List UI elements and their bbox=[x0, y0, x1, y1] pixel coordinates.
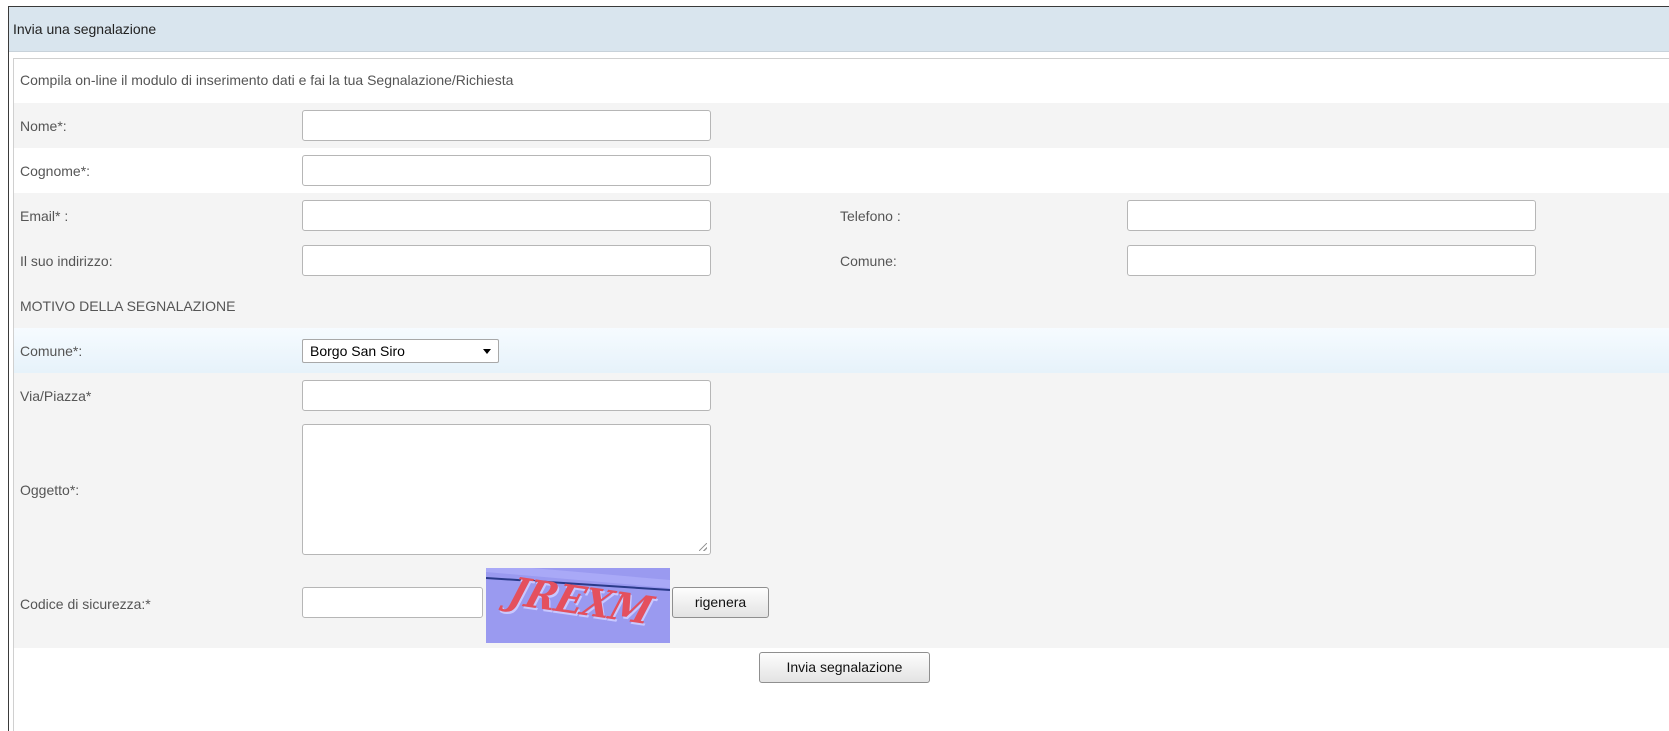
telefono-label: Telefono : bbox=[840, 208, 901, 224]
comune-residenza-label: Comune: bbox=[840, 253, 897, 269]
form-panel: Compila on-line il modulo di inserimento… bbox=[13, 58, 1669, 731]
captcha-label: Codice di sicurezza:* bbox=[20, 596, 151, 612]
oggetto-label: Oggetto*: bbox=[20, 482, 80, 498]
email-input[interactable] bbox=[302, 200, 711, 231]
form-intro: Compila on-line il modulo di inserimento… bbox=[20, 72, 514, 88]
indirizzo-label: Il suo indirizzo: bbox=[20, 253, 113, 269]
captcha-image: JREXM bbox=[486, 568, 670, 643]
form-row-nome: Nome*: bbox=[14, 103, 1669, 148]
email-label: Email* : bbox=[20, 208, 69, 224]
comune-select-value: Borgo San Siro bbox=[310, 343, 405, 359]
oggetto-textarea[interactable] bbox=[302, 424, 711, 555]
intro-row: Compila on-line il modulo di inserimento… bbox=[14, 59, 1669, 103]
cognome-input[interactable] bbox=[302, 155, 711, 186]
section-title: MOTIVO DELLA SEGNALAZIONE bbox=[20, 298, 236, 314]
section-row: MOTIVO DELLA SEGNALAZIONE bbox=[14, 283, 1669, 328]
comune-residenza-input[interactable] bbox=[1127, 245, 1536, 276]
form-row-email: Email* : Telefono : bbox=[14, 193, 1669, 238]
page-title: Invia una segnalazione bbox=[9, 7, 1669, 52]
comune-select-label: Comune*: bbox=[20, 343, 83, 359]
nome-input[interactable] bbox=[302, 110, 711, 141]
form-row-cognome: Cognome*: bbox=[14, 148, 1669, 193]
submit-row: Invia segnalazione bbox=[14, 648, 1669, 731]
comune-select[interactable]: Borgo San Siro bbox=[302, 339, 499, 363]
nome-label: Nome*: bbox=[20, 118, 67, 134]
form-row-captcha: Codice di sicurezza:* JREXM rigenera bbox=[14, 562, 1669, 648]
via-label: Via/Piazza* bbox=[20, 388, 92, 404]
resize-grip-icon[interactable] bbox=[699, 543, 707, 551]
captcha-input[interactable] bbox=[302, 587, 483, 618]
form-row-oggetto: Oggetto*: bbox=[14, 418, 1669, 562]
form-row-via: Via/Piazza* bbox=[14, 373, 1669, 418]
via-input[interactable] bbox=[302, 380, 711, 411]
form-frame: Invia una segnalazione Compila on-line i… bbox=[8, 6, 1669, 731]
form-row-indirizzo: Il suo indirizzo: Comune: bbox=[14, 238, 1669, 283]
indirizzo-input[interactable] bbox=[302, 245, 711, 276]
captcha-refresh-button[interactable]: rigenera bbox=[672, 587, 769, 618]
telefono-input[interactable] bbox=[1127, 200, 1536, 231]
submit-button[interactable]: Invia segnalazione bbox=[759, 652, 930, 683]
chevron-down-icon bbox=[483, 349, 491, 354]
form-row-comune-select: Comune*: Borgo San Siro bbox=[14, 328, 1669, 373]
cognome-label: Cognome*: bbox=[20, 163, 91, 179]
